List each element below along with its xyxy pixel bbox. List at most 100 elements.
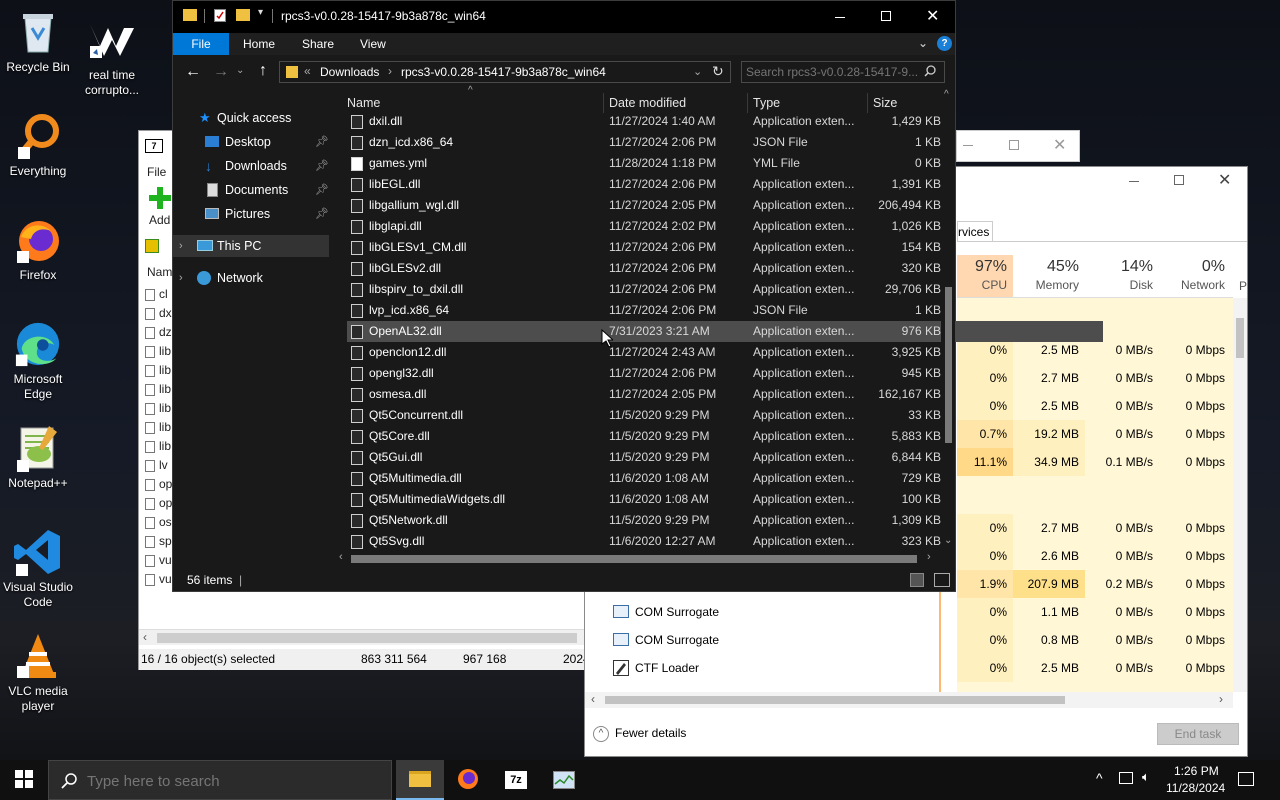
network-status-icon[interactable] [1119, 772, 1133, 784]
taskbar-file-explorer[interactable] [396, 760, 444, 800]
back-arrow-icon[interactable]: ← [185, 63, 201, 81]
taskbar-task-manager[interactable] [540, 760, 588, 800]
scroll-thumb[interactable] [351, 555, 917, 563]
nav-this-pc[interactable]: › This PC [173, 235, 329, 257]
desktop-icon-recycle-bin[interactable]: Recycle Bin [0, 8, 76, 75]
maximize-icon[interactable] [881, 11, 891, 21]
tm-hscrollbar[interactable]: ‹ › [585, 692, 1233, 708]
column-separator[interactable] [603, 93, 604, 113]
list-item[interactable]: vu [145, 572, 172, 586]
list-item[interactable]: dz [145, 325, 172, 339]
scroll-down-icon[interactable]: ⌄ [944, 535, 952, 546]
file-row[interactable]: Qt5MultimediaWidgets.dll 11/6/2020 1:08 A… [347, 489, 1103, 510]
new-folder-icon[interactable] [236, 9, 250, 21]
desktop-icon-everything[interactable]: Everything [0, 112, 76, 179]
sevenzip-add-label[interactable]: Add [149, 213, 170, 227]
list-item[interactable]: os [145, 515, 172, 529]
file-row[interactable]: libgallium_wgl.dll 11/27/2024 2:05 PM Appl… [347, 195, 1103, 216]
file-row[interactable]: Qt5Multimedia.dll 11/6/2020 1:08 AM Applic… [347, 468, 1103, 489]
list-item[interactable]: op [145, 477, 172, 491]
column-date[interactable]: Date modified [609, 91, 686, 113]
desktop-icon-vlc[interactable]: VLC media player [0, 632, 76, 714]
maximize-icon[interactable] [1174, 175, 1184, 185]
nav-quick-access[interactable]: ★ Quick access [173, 107, 329, 129]
pin-icon[interactable]: 📌︎ [315, 179, 329, 201]
tab-share[interactable]: Share [302, 33, 334, 55]
folder-up-icon[interactable] [145, 239, 159, 253]
desktop-icon-microsoft-edge[interactable]: Microsoft Edge [0, 320, 76, 402]
breadcrumb-folder[interactable]: rpcs3-v0.0.28-15417-9b3a878c_win64 [401, 65, 606, 79]
search-input[interactable] [746, 64, 918, 80]
breadcrumb-downloads[interactable]: Downloads [320, 65, 379, 79]
scroll-left-icon[interactable]: ‹ [339, 551, 343, 563]
close-icon[interactable]: ✕ [1218, 170, 1231, 190]
file-row[interactable]: Qt5Concurrent.dll 11/5/2020 9:29 PM Applic… [347, 405, 1103, 426]
scroll-right-icon[interactable]: › [1219, 692, 1223, 706]
table-row[interactable]: COM Surrogate 0% 1.1 MB 0 MB/s 0 Mbps [585, 598, 1233, 626]
file-row[interactable]: libGLESv2.dll 11/27/2024 2:06 PM Applicati… [347, 258, 1103, 279]
header-power[interactable]: P [1231, 255, 1247, 297]
explorer-window[interactable]: ▾ rpcs3-v0.0.28-15417-9b3a878c_win64 ✕ F… [172, 0, 1103, 592]
fewer-details-button[interactable]: ^ Fewer details [593, 723, 686, 743]
column-size[interactable]: Size [873, 91, 897, 113]
pin-icon[interactable]: 📌︎ [315, 131, 329, 153]
file-row[interactable]: games.yml 11/28/2024 1:18 PM YML File 0 KB [347, 153, 1103, 174]
scroll-left-icon[interactable]: ‹ [143, 630, 147, 644]
list-item[interactable]: lib [145, 344, 171, 358]
scroll-right-icon[interactable]: › [927, 551, 931, 563]
explorer-titlebar[interactable]: ▾ rpcs3-v0.0.28-15417-9b3a878c_win64 ✕ [173, 1, 955, 33]
taskbar-firefox[interactable] [444, 760, 492, 800]
file-row[interactable]: lvp_icd.x86_64 11/27/2024 2:06 PM JSON Fil… [347, 300, 1103, 321]
file-row[interactable]: Qt5Gui.dll 11/5/2020 9:29 PM Application e… [347, 447, 1103, 468]
column-name[interactable]: Name [347, 91, 380, 113]
list-item[interactable]: sp [145, 534, 172, 548]
column-separator[interactable] [747, 93, 748, 113]
address-bar[interactable]: « Downloads › rpcs3-v0.0.28-15417-9b3a87… [279, 61, 731, 83]
scroll-up-icon[interactable]: ^ [944, 89, 949, 100]
properties-icon[interactable] [214, 9, 226, 22]
volume-muted-icon[interactable]: 🔈︎ [1142, 769, 1150, 785]
notification-icon[interactable] [1238, 772, 1254, 786]
file-row[interactable]: Qt5Svg.dll 11/6/2020 12:27 AM Application … [347, 531, 1103, 552]
list-item[interactable]: lib [145, 439, 171, 453]
ribbon-expand-icon[interactable]: ⌄ [918, 36, 928, 50]
breadcrumb-overflow[interactable]: « [304, 64, 311, 78]
nav-downloads[interactable]: ↓ Downloads 📌︎ [173, 155, 329, 177]
nav-pictures[interactable]: Pictures 📌︎ [173, 203, 329, 225]
scroll-thumb[interactable] [1236, 318, 1244, 358]
list-vscrollbar[interactable]: ^ ⌄ [941, 89, 955, 551]
qat-dropdown-icon[interactable]: ▾ [258, 7, 263, 18]
forward-arrow-icon[interactable]: → [213, 63, 229, 81]
clock-time[interactable]: 1:26 PM [1174, 764, 1219, 778]
nav-desktop[interactable]: Desktop 📌︎ [173, 131, 329, 153]
scroll-left-icon[interactable]: ‹ [591, 692, 595, 706]
file-row[interactable]: dxil.dll 11/27/2024 1:40 AM Application ex… [347, 111, 1103, 132]
expand-chevron-icon[interactable]: › [179, 267, 183, 289]
minimize-icon[interactable] [835, 17, 845, 18]
table-row[interactable]: COM Surrogate 0% 0.8 MB 0 MB/s 0 Mbps [585, 626, 1233, 654]
file-row[interactable]: libGLESv1_CM.dll 11/27/2024 2:06 PM Applic… [347, 237, 1103, 258]
show-hidden-icons-icon[interactable]: ^ [1096, 770, 1103, 786]
breadcrumb-chevron-icon[interactable]: › [601, 64, 605, 78]
start-button[interactable] [0, 760, 48, 800]
file-row[interactable]: libglapi.dll 11/27/2024 2:02 PM Applicatio… [347, 216, 1103, 237]
list-item[interactable]: lib [145, 363, 171, 377]
nav-network[interactable]: › Network [173, 267, 329, 289]
minimize-icon[interactable] [1129, 181, 1139, 182]
file-row[interactable]: dzn_icd.x86_64 11/27/2024 2:06 PM JSON Fil… [347, 132, 1103, 153]
large-icons-view-icon[interactable] [934, 573, 950, 587]
search-icon[interactable] [924, 65, 936, 77]
tab-home[interactable]: Home [243, 33, 275, 55]
desktop-icon-real-time-corrupto[interactable]: real time corrupto... [74, 16, 150, 98]
list-item[interactable]: lib [145, 420, 171, 434]
expand-chevron-icon[interactable]: › [179, 235, 183, 257]
taskbar-search-input[interactable] [87, 772, 377, 790]
pin-icon[interactable]: 📌︎ [315, 203, 329, 225]
list-item[interactable]: vu [145, 553, 172, 567]
address-dropdown-icon[interactable]: ⌄ [693, 65, 702, 78]
header-network[interactable]: 0% Network [1159, 255, 1231, 297]
search-box[interactable] [741, 61, 945, 83]
list-item[interactable]: op [145, 496, 172, 510]
desktop-icon-vscode[interactable]: Visual Studio Code [0, 528, 76, 610]
taskbar-7zip[interactable]: 7z [492, 760, 540, 800]
